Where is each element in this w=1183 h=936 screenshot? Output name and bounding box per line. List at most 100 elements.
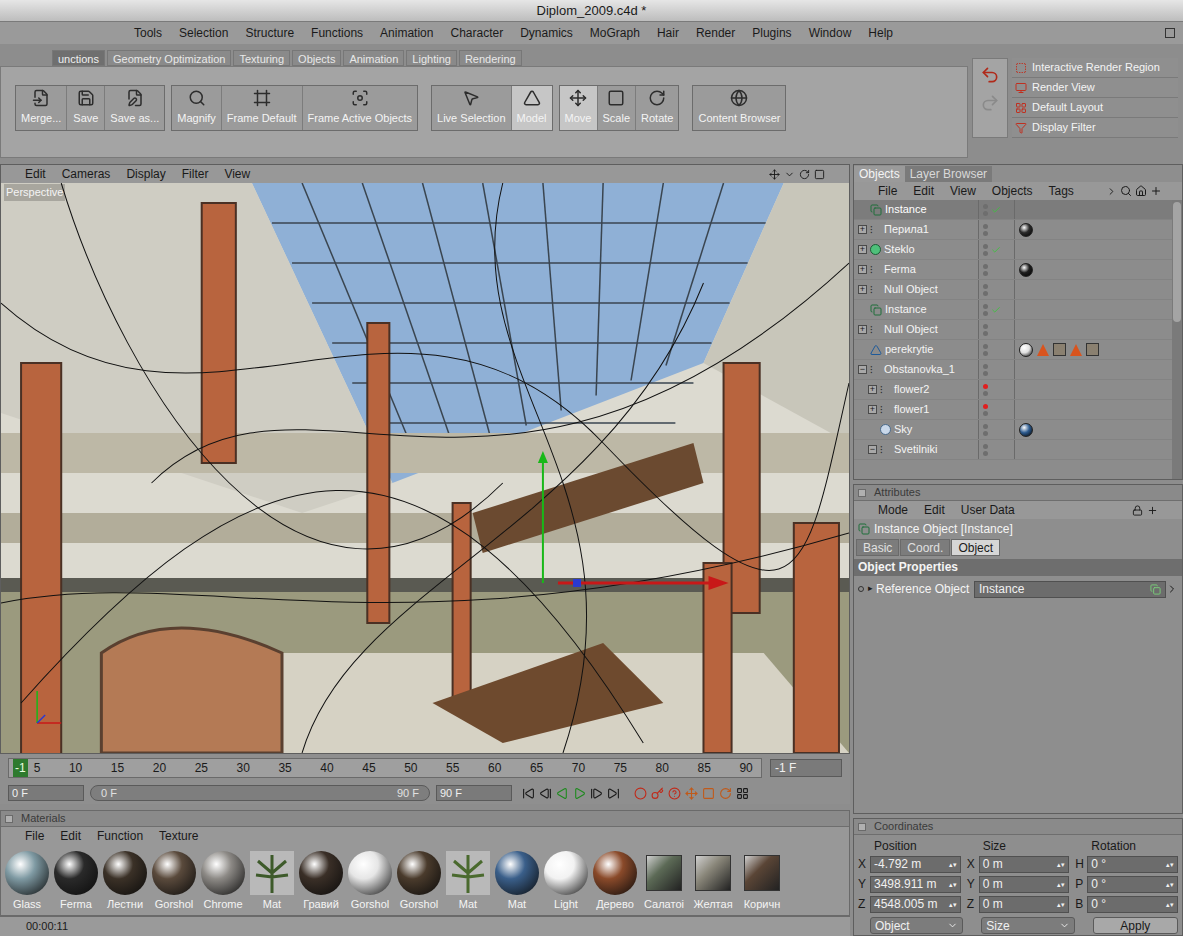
lock-icon[interactable]: [1132, 505, 1143, 516]
menu-item[interactable]: Display: [126, 165, 165, 183]
key-param-icon[interactable]: [736, 787, 749, 800]
objects-tab[interactable]: Objects: [854, 166, 905, 182]
play-back-icon[interactable]: [556, 787, 569, 800]
enabled-check-icon[interactable]: [991, 305, 1001, 315]
render-visibility-dot[interactable]: [983, 371, 988, 376]
object-row[interactable]: Instance: [854, 200, 1172, 220]
next-frame-icon[interactable]: [590, 787, 603, 800]
editor-visibility-dot[interactable]: [983, 304, 988, 309]
timeline-current[interactable]: -1: [13, 759, 28, 777]
object-row[interactable]: +Steklo: [854, 240, 1172, 260]
layout-tab[interactable]: Texturing: [233, 50, 290, 66]
material-swatch[interactable]: Gorshol: [151, 851, 197, 913]
key-move-icon[interactable]: [685, 787, 698, 800]
viewport-scene[interactable]: [1, 183, 849, 753]
menu-item[interactable]: File: [878, 182, 897, 200]
editor-visibility-dot[interactable]: [983, 324, 988, 329]
object-row[interactable]: +⁝Null Object: [854, 320, 1172, 340]
editor-visibility-dot[interactable]: [983, 284, 988, 289]
menu-item[interactable]: Mode: [878, 501, 908, 519]
layout-tab[interactable]: Objects: [292, 50, 341, 66]
menu-item[interactable]: Character: [450, 24, 503, 42]
editor-visibility-dot[interactable]: [983, 244, 988, 249]
frame-field[interactable]: -1 F: [770, 759, 842, 777]
toolbar-button[interactable]: Save as...: [105, 86, 164, 130]
undo-icon[interactable]: [980, 65, 1000, 85]
expand-toggle[interactable]: +: [858, 245, 867, 254]
expand-toggle[interactable]: +: [868, 405, 877, 414]
coordinate-field[interactable]: 0 m▴▾: [979, 856, 1070, 873]
render-visibility-dot[interactable]: [983, 271, 988, 276]
coordinate-field[interactable]: -4.792 m▴▾: [870, 856, 961, 873]
redo-icon[interactable]: [980, 93, 1000, 113]
render-visibility-dot[interactable]: [983, 231, 988, 236]
material-swatch[interactable]: Mat: [445, 851, 491, 913]
material-swatch[interactable]: Ferma: [53, 851, 99, 913]
expand-toggle[interactable]: −: [868, 445, 877, 454]
render-visibility-dot[interactable]: [983, 411, 988, 416]
maximize-view-icon[interactable]: [814, 169, 825, 180]
menu-item[interactable]: Selection: [179, 24, 228, 42]
menu-item[interactable]: Plugins: [752, 24, 791, 42]
end-frame-field[interactable]: 90 F: [436, 785, 512, 801]
object-row[interactable]: Sky: [854, 420, 1172, 440]
layout-tab[interactable]: Animation: [343, 50, 404, 66]
toolbar-button[interactable]: Live Selection: [432, 86, 512, 130]
material-tag-icon[interactable]: [1019, 263, 1033, 277]
quick-panel-item[interactable]: Interactive Render Region: [1012, 58, 1178, 78]
prev-frame-icon[interactable]: [539, 787, 552, 800]
material-swatch[interactable]: Гравий: [298, 851, 344, 913]
expand-toggle[interactable]: +: [868, 385, 877, 394]
editor-visibility-dot[interactable]: [983, 444, 988, 449]
toolbar-button[interactable]: Save: [67, 86, 105, 130]
render-visibility-dot[interactable]: [983, 431, 988, 436]
coordinate-field[interactable]: 0 m▴▾: [979, 876, 1070, 893]
object-row[interactable]: +⁝flower1: [854, 400, 1172, 420]
material-swatch[interactable]: Gorshol: [396, 851, 442, 913]
panel-grip-icon[interactable]: [858, 823, 866, 831]
menu-item[interactable]: Structure: [245, 24, 294, 42]
enabled-check-icon[interactable]: [991, 245, 1001, 255]
object-row[interactable]: +⁝Null Object: [854, 280, 1172, 300]
toolbar-button[interactable]: Model: [512, 86, 552, 130]
toolbar-button[interactable]: Frame Active Objects: [303, 86, 418, 130]
viewport[interactable]: Perspective: [1, 183, 849, 753]
menu-item[interactable]: Filter: [182, 165, 209, 183]
reference-arrow-icon[interactable]: [1166, 583, 1178, 595]
coordinate-field[interactable]: 0 °▴▾: [1087, 896, 1178, 913]
texture-tag-icon[interactable]: [1086, 343, 1099, 356]
material-swatch[interactable]: Light: [543, 851, 589, 913]
material-swatch[interactable]: Glass: [4, 851, 50, 913]
material-tag-icon[interactable]: [1019, 223, 1033, 237]
reference-field[interactable]: Instance: [974, 581, 1166, 598]
menu-item[interactable]: File: [25, 827, 44, 845]
new-panel-icon[interactable]: [1150, 185, 1162, 197]
panel-grip-icon[interactable]: [5, 815, 13, 823]
material-tag-icon[interactable]: [1019, 423, 1033, 437]
expand-toggle[interactable]: +: [858, 265, 867, 274]
animation-dot[interactable]: [858, 586, 864, 592]
render-visibility-dot[interactable]: [983, 351, 988, 356]
toolbar-button[interactable]: Frame Default: [222, 86, 303, 130]
menu-item[interactable]: User Data: [961, 501, 1015, 519]
material-swatch[interactable]: Коричн: [739, 851, 785, 913]
editor-visibility-dot[interactable]: [983, 384, 988, 389]
menu-item[interactable]: Texture: [159, 827, 198, 845]
layout-tab[interactable]: unctions: [52, 50, 105, 66]
menu-item[interactable]: Cameras: [62, 165, 111, 183]
help-icon[interactable]: [668, 787, 681, 800]
enabled-check-icon[interactable]: [991, 205, 1001, 215]
texture-tag-icon[interactable]: [1053, 343, 1066, 356]
toolbar-button[interactable]: Merge...: [16, 86, 67, 130]
editor-visibility-dot[interactable]: [983, 204, 988, 209]
attribute-tab[interactable]: Object: [951, 539, 1000, 556]
render-visibility-dot[interactable]: [983, 251, 988, 256]
orbit-icon[interactable]: [799, 169, 810, 180]
editor-visibility-dot[interactable]: [983, 224, 988, 229]
editor-visibility-dot[interactable]: [983, 404, 988, 409]
toolbar-button[interactable]: Move: [560, 86, 598, 130]
layout-tab[interactable]: Geometry Optimization: [107, 50, 231, 66]
menu-item[interactable]: Objects: [992, 182, 1033, 200]
menu-item[interactable]: Functions: [311, 24, 363, 42]
menu-item[interactable]: Dynamics: [520, 24, 573, 42]
